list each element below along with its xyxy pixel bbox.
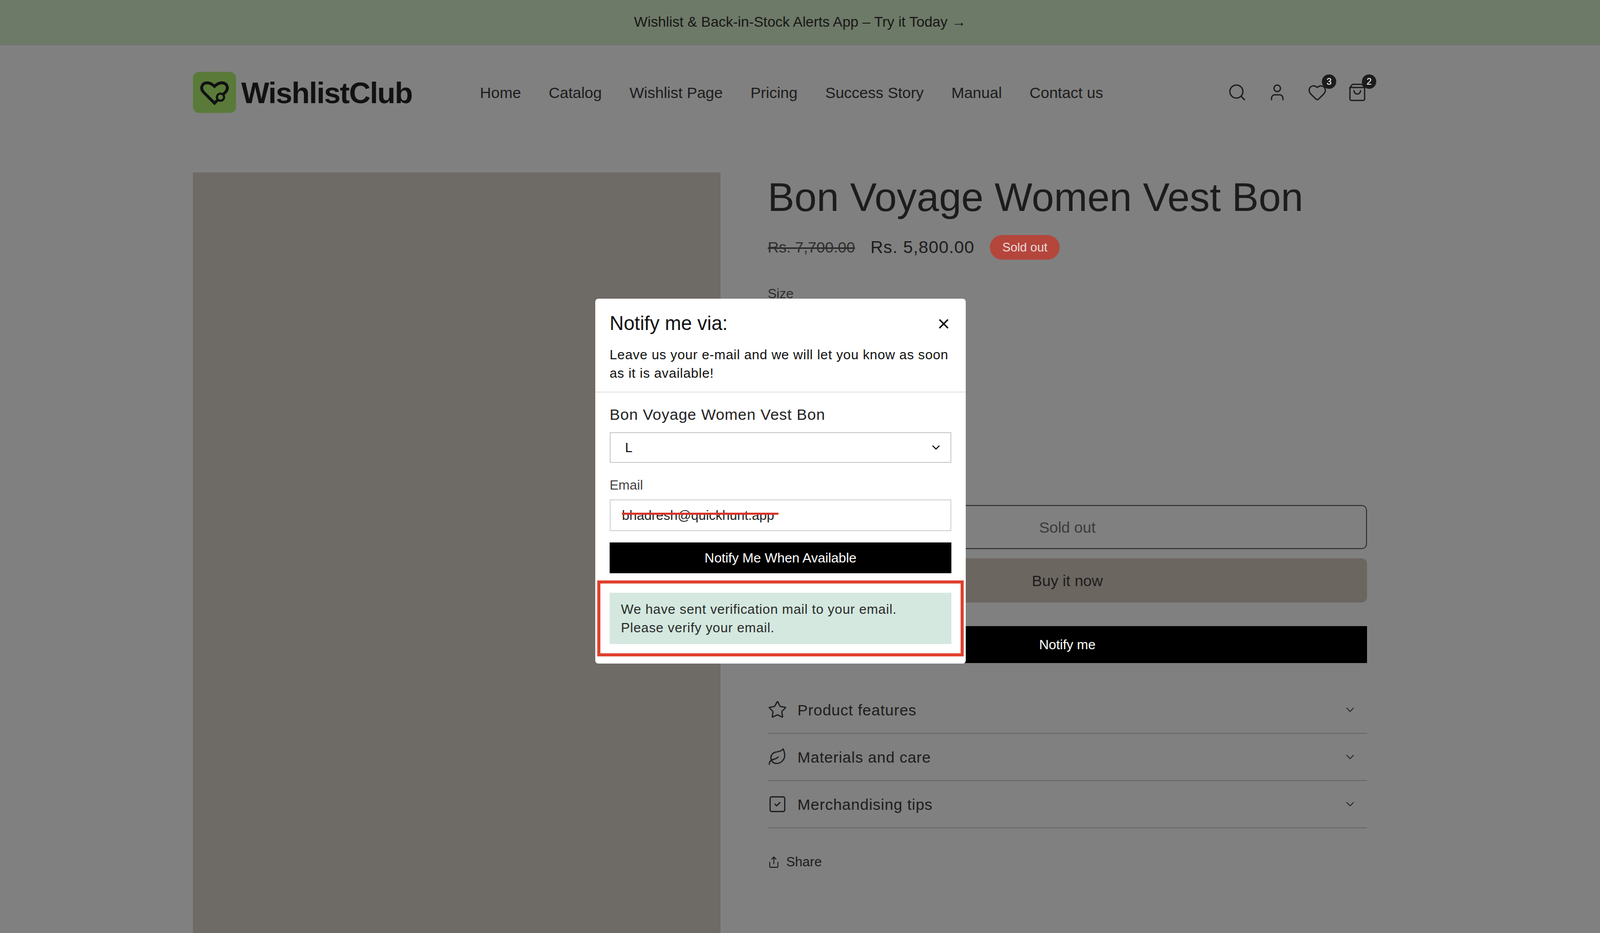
account-icon[interactable] <box>1267 82 1287 103</box>
modal-title: Notify me via: <box>609 308 728 339</box>
share-button[interactable]: Share <box>767 851 1368 872</box>
logo-icon <box>192 71 237 113</box>
announcement-bar[interactable]: Wishlist & Back-in-Stock Alerts App – Tr… <box>0 0 1600 46</box>
nav-item[interactable]: Pricing <box>750 81 798 105</box>
accordion-icon <box>767 747 788 767</box>
nav-item[interactable]: Wishlist Page <box>629 81 724 105</box>
nav-item[interactable]: Contact us <box>1029 81 1103 105</box>
success-message: We have sent verification mail to your e… <box>609 592 952 645</box>
nav-item[interactable]: Success Story <box>825 81 924 105</box>
price: Rs. 5,800.00 <box>870 233 975 261</box>
wishlist-badge: 3 <box>1321 74 1337 89</box>
chevron-icon <box>1343 797 1357 811</box>
redaction-line <box>621 512 779 515</box>
wishlist-button[interactable]: 3 <box>1307 82 1328 103</box>
accordion-list: Product featuresMaterials and careMercha… <box>767 686 1368 829</box>
cart-badge: 2 <box>1361 74 1377 89</box>
page: Wishlist & Back-in-Stock Alerts App – Tr… <box>0 0 1600 933</box>
nav-item[interactable]: Catalog <box>548 81 602 105</box>
price-row: Rs. 7,700.00 Rs. 5,800.00 Sold out <box>767 233 1368 261</box>
accordion-icon <box>767 699 788 720</box>
logo[interactable]: WishlistClub <box>192 70 413 115</box>
search-icon[interactable] <box>1227 82 1247 103</box>
email-input[interactable]: bhadresh@quickhunt.app <box>609 499 952 532</box>
notify-submit-button[interactable]: Notify Me When Available <box>609 542 952 574</box>
heart-logo-icon <box>200 79 229 106</box>
email-label: Email <box>609 475 952 496</box>
chevron-icon <box>929 441 943 454</box>
chevron-icon <box>1343 703 1357 717</box>
accordion-item[interactable]: Merchandising tips <box>767 781 1368 829</box>
chevron-icon <box>1343 750 1357 764</box>
cart-button[interactable]: 2 <box>1347 82 1368 103</box>
accordion-item[interactable]: Product features <box>767 686 1368 734</box>
accordion-icon <box>767 794 788 814</box>
message-highlight: We have sent verification mail to your e… <box>597 580 964 657</box>
header: WishlistClub Home Catalog Wishlist Page Pric… <box>192 45 1368 140</box>
sold-out-badge: Sold out <box>989 235 1060 260</box>
compare-price: Rs. 7,700.00 <box>767 235 855 259</box>
share-icon <box>767 855 780 869</box>
nav-item[interactable]: Manual <box>951 81 1002 105</box>
notify-modal: Notify me via: Leave us your e-mail and w… <box>595 298 966 664</box>
variant-select[interactable]: L <box>609 432 952 463</box>
nav-item[interactable]: Home <box>479 81 521 105</box>
header-icons: 32 <box>1227 82 1368 103</box>
accordion-item[interactable]: Materials and care <box>767 733 1368 782</box>
close-icon[interactable] <box>935 316 952 332</box>
main-nav: Home Catalog Wishlist Page Pricing Success S… <box>479 81 1103 105</box>
product-title: Bon Voyage Women Vest Bon <box>767 172 1368 222</box>
modal-description: Leave us your e-mail and we will let you… <box>609 345 952 383</box>
modal-product-name: Bon Voyage Women Vest Bon <box>609 402 952 426</box>
